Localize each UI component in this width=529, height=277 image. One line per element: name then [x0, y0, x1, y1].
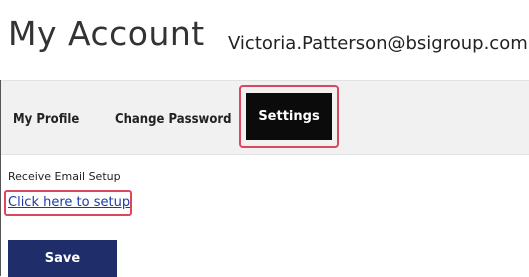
tab-my-profile[interactable]: My Profile	[13, 112, 79, 127]
email-setup-label: Receive Email Setup	[8, 170, 121, 183]
setup-link[interactable]: Click here to setup	[8, 195, 130, 210]
page-title: My Account	[8, 14, 205, 53]
tab-settings[interactable]: Settings	[246, 93, 332, 140]
account-header: My Account Victoria.Patterson@bsigroup.c…	[0, 0, 529, 80]
user-email: Victoria.Patterson@bsigroup.com	[228, 33, 528, 54]
tab-change-password[interactable]: Change Password	[115, 112, 232, 127]
save-button[interactable]: Save	[8, 240, 117, 277]
